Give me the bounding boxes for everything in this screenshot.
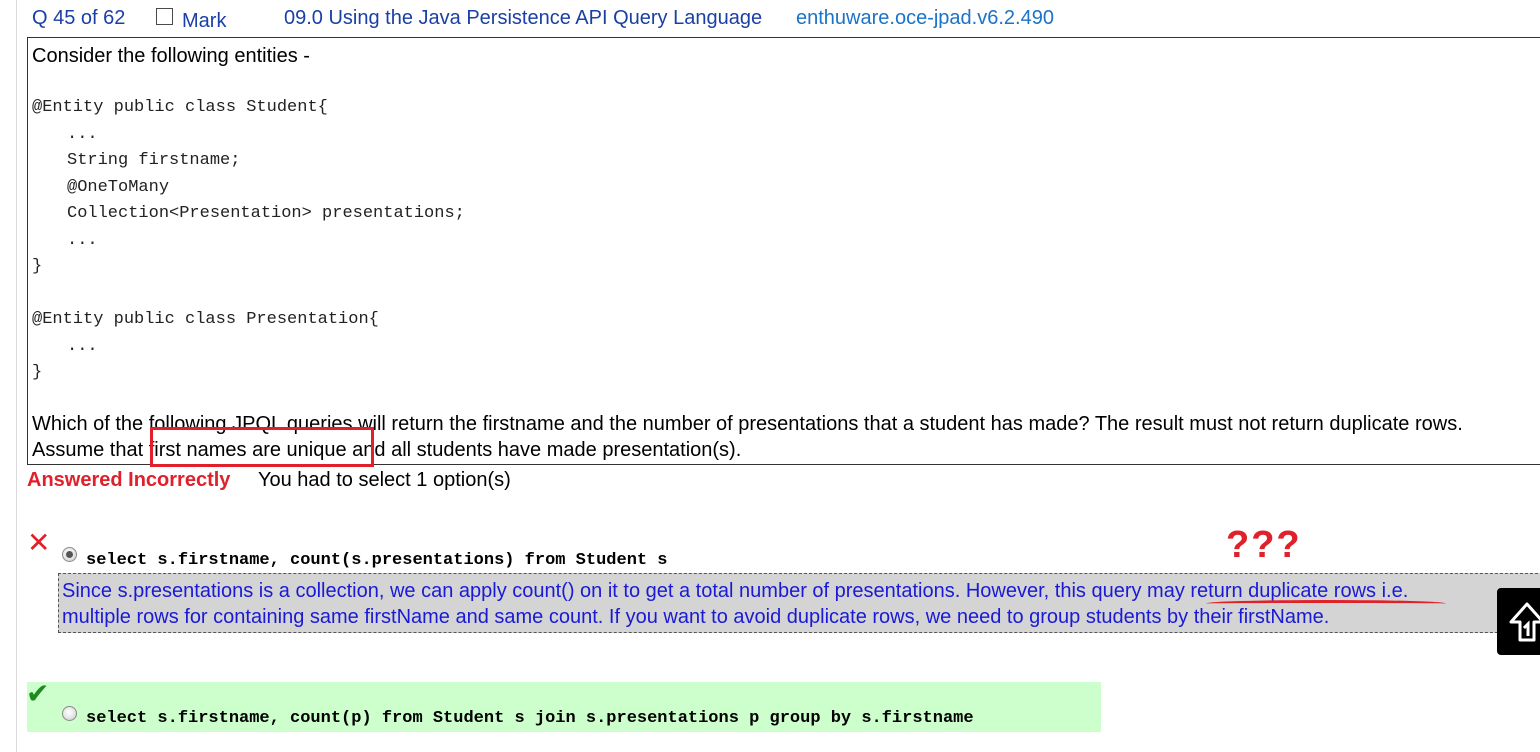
home-arrow-button[interactable] — [1497, 588, 1540, 655]
topic-title: 09.0 Using the Java Persistence API Quer… — [284, 7, 763, 29]
question-id-link[interactable]: enthuware.oce-jpad.v6.2.490 — [796, 4, 1054, 32]
question-assumption: Assume that first names are unique and a… — [32, 439, 742, 461]
x-icon: ✕ — [27, 527, 51, 558]
code-line: ... — [67, 231, 98, 250]
result-note: You had to select 1 option(s) — [258, 469, 511, 491]
code-line: } — [32, 363, 43, 382]
result-status: Answered Incorrectly — [27, 469, 231, 491]
explanation-line: Since s.presentations is a collection, w… — [62, 580, 1409, 602]
code-line: String firstname; — [67, 151, 241, 170]
option-1-text[interactable]: select s.firstname, count(s.presentation… — [86, 548, 668, 574]
explanation-line: multiple rows for containing same firstN… — [62, 606, 1330, 628]
question-intro: Consider the following entities - — [32, 45, 310, 67]
option-2-radio[interactable] — [62, 706, 77, 721]
question-counter: Q 45 of 62 — [32, 7, 126, 29]
quiz-page: Q 45 of 62 Mark 09.0 Using the Java Pers… — [0, 0, 1540, 752]
code-line: } — [32, 257, 43, 276]
question-prompt: Which of the following JPQL queries will… — [32, 413, 1463, 435]
mark-checkbox[interactable] — [156, 8, 173, 25]
option-2-text[interactable]: select s.firstname, count(p) from Studen… — [86, 706, 974, 732]
option-1-radio[interactable] — [62, 547, 77, 562]
annotation-question-marks: ??? — [1226, 524, 1302, 566]
mark-label[interactable]: Mark — [182, 7, 226, 35]
home-arrow-icon — [1509, 602, 1540, 642]
question-panel: Consider the following entities - @Entit… — [27, 37, 1540, 465]
code-line: ... — [67, 125, 98, 144]
option-1-explanation: Since s.presentations is a collection, w… — [58, 573, 1540, 633]
check-icon: ✔ — [26, 678, 50, 709]
code-line: Collection<Presentation> presentations; — [67, 204, 465, 223]
code-line: ... — [67, 337, 98, 356]
code-line: @OneToMany — [67, 178, 170, 197]
code-line: @Entity public class Student{ — [32, 98, 328, 117]
code-line: @Entity public class Presentation{ — [32, 310, 379, 329]
left-divider — [16, 0, 17, 752]
